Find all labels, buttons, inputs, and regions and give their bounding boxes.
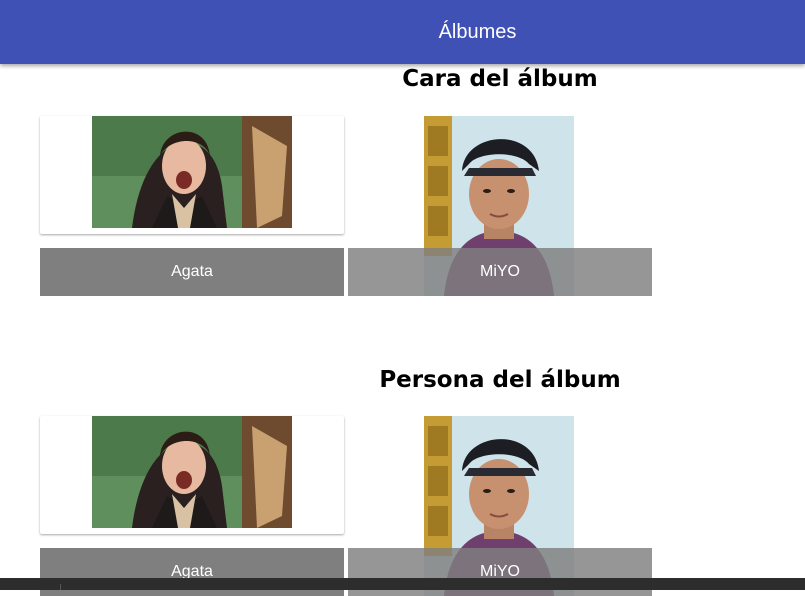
album-label: MiYO xyxy=(348,248,652,296)
bottom-bar-divider xyxy=(60,584,61,590)
album-image-agata xyxy=(92,416,292,528)
album-card-miyo[interactable]: MiYO xyxy=(348,416,652,596)
album-thumbnail-frame xyxy=(40,116,344,234)
bottom-bar xyxy=(0,578,805,590)
app-bar: Álbumes xyxy=(0,0,805,64)
album-label: Agata xyxy=(40,248,344,296)
album-thumbnail-frame xyxy=(40,416,344,534)
section-title-face: Cara del álbum xyxy=(402,66,598,92)
album-image-agata xyxy=(92,116,292,228)
album-card-agata[interactable]: Agata xyxy=(40,116,344,296)
album-card-miyo[interactable]: MiYO xyxy=(348,116,652,296)
album-card-agata[interactable]: Agata xyxy=(40,416,344,596)
app-title: Álbumes xyxy=(438,21,517,43)
section-title-person: Persona del álbum xyxy=(379,367,621,393)
